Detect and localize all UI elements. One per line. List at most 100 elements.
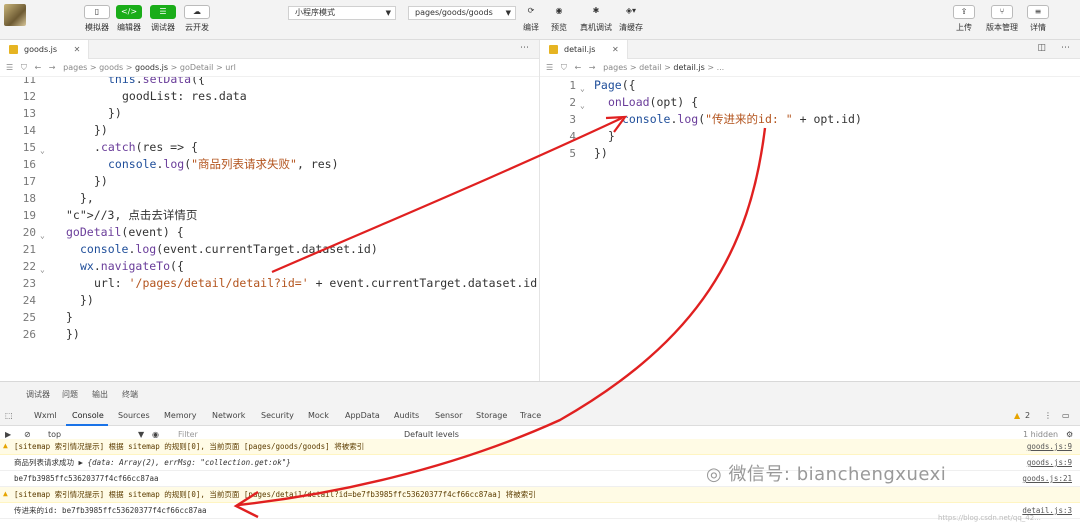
code-line[interactable]: url: '/pages/detail/detail?id=' + event.… [94,275,537,292]
bug-icon: ✱ [592,6,600,15]
crumb-pages[interactable]: pages [63,63,87,72]
tab-trace[interactable]: Trace [520,411,541,420]
code-line[interactable]: goodList: res.data [122,88,247,105]
back-icon[interactable]: ← [574,63,581,72]
code-line[interactable]: console.log(event.currentTarget.dataset.… [80,241,378,258]
cloud-dev-button[interactable]: ☁ 云开发 [180,5,214,33]
code-line[interactable]: }) [94,173,108,190]
tab-security[interactable]: Security [261,411,294,420]
fold-chevron-icon[interactable]: ⌄ [40,227,45,244]
back-icon[interactable]: ← [34,63,41,72]
crumb-pages[interactable]: pages [603,63,627,72]
warning-icon: ▲ [1014,411,1021,420]
fold-chevron-icon[interactable]: ⌄ [580,80,585,97]
crumb-file[interactable]: detail.js [673,63,704,72]
code-icon: </> [116,5,142,19]
clear-cache-button[interactable]: ◈▾ 清缓存 [614,5,648,33]
fold-chevron-icon[interactable]: ⌄ [40,142,45,159]
page-select[interactable]: pages/goods/goods ▼ [408,6,516,20]
crumb-detail[interactable]: detail [639,63,661,72]
context-select[interactable]: top [48,430,61,439]
code-line[interactable]: }) [94,122,108,139]
code-line[interactable]: }) [594,145,608,162]
avatar[interactable] [4,4,26,26]
clear-icon[interactable]: ⊘ [24,430,31,439]
code-line[interactable]: console.log("传进来的id: " + opt.id) [622,111,862,128]
code-line[interactable]: this.setData({ [108,77,205,88]
code-line[interactable]: "c">//3, 点击去详情页 [66,207,197,224]
tab-debugger[interactable]: 调试器 [26,389,50,400]
code-line[interactable]: } [608,128,615,145]
tab-problems[interactable]: 问题 [62,389,78,400]
bookmark-icon: ⛉ [560,63,567,72]
more-icon[interactable]: ⋯ [1061,43,1070,53]
eye-icon[interactable]: ◉ [152,430,159,439]
crumb-method[interactable]: goDetail [180,63,214,72]
log-row[interactable]: ▲ [sitemap 索引情况提示] 根据 sitemap 的规则[0], 当前… [0,487,1080,503]
code-line[interactable]: .catch(res => { [94,139,198,156]
code-area[interactable]: 1 ⌄ Page({2 ⌄ onLoad(opt) {3 console.log("传进来… [540,77,1080,381]
tab-network[interactable]: Network [212,411,245,420]
code-line[interactable]: }, [80,190,94,207]
editor-button[interactable]: </> 编辑器 [112,5,146,33]
code-line[interactable]: }) [80,292,94,309]
chevron-down-icon: ▼ [505,9,511,17]
version-button[interactable]: ⑂ 版本管理 [982,5,1022,33]
code-line[interactable]: wx.navigateTo({ [80,258,184,275]
log-row[interactable]: 传进来的id: be7fb3985ffc53620377f4cf66cc87aa… [0,503,1080,519]
fold-chevron-icon[interactable]: ⌄ [40,261,45,278]
tab-goods-js[interactable]: goods.js ✕ [0,40,90,59]
tab-mock[interactable]: Mock [308,411,329,420]
details-button[interactable]: ≡ 详情 [1026,5,1050,33]
tab-detail-js[interactable]: detail.js ✕ [540,40,628,59]
split-icon[interactable]: ◫ [1037,43,1046,53]
code-line[interactable]: }) [108,105,122,122]
sidebar-toggle-icon[interactable]: ▶ [5,430,11,439]
code-line[interactable]: goDetail(event) { [66,224,184,241]
tab-appdata[interactable]: AppData [345,411,380,420]
crumb-more[interactable]: ... [717,63,725,72]
forward-icon[interactable]: → [589,63,596,72]
crumb-goods[interactable]: goods [99,63,123,72]
tab-sensor[interactable]: Sensor [435,411,462,420]
tab-terminal[interactable]: 终端 [122,389,138,400]
mode-select[interactable]: 小程序模式 ▼ [288,6,396,20]
levels-select[interactable]: Default levels [404,430,459,439]
tab-memory[interactable]: Memory [164,411,197,420]
close-icon[interactable]: ✕ [612,45,619,54]
hidden-count: 1 hidden [1023,430,1059,439]
crumb-file[interactable]: goods.js [135,63,168,72]
crumb-prop[interactable]: url [225,63,236,72]
filter-input[interactable]: Filter [178,430,198,439]
inspect-icon[interactable]: ⬚ [5,411,13,420]
debugger-button[interactable]: ☰ 调试器 [146,5,180,33]
code-line[interactable]: } [66,309,73,326]
tab-console[interactable]: Console [72,411,104,420]
simulator-button[interactable]: ▯ 模拟器 [80,5,114,33]
code-area[interactable]: 11 this.setData({12 goodList: res.data 13})… [0,77,539,381]
code-line[interactable]: console.log("商品列表请求失败", res) [108,156,339,173]
code-line[interactable]: }) [66,326,80,343]
gear-icon[interactable]: ⚙ [1066,430,1073,439]
remote-debug-button[interactable]: ✱ 真机调试 [576,5,616,33]
code-line[interactable]: Page({ [594,77,636,94]
tab-sources[interactable]: Sources [118,411,150,420]
more-icon[interactable]: ⋯ [520,43,529,53]
expand-arrow-icon[interactable]: ▶ [79,458,88,467]
upload-icon: ⇪ [953,5,975,19]
preview-button[interactable]: ◉ 预览 [542,5,576,33]
tab-output[interactable]: 输出 [92,389,108,400]
debug-icon: ☰ [150,5,176,19]
more-icon[interactable]: ⋮ [1044,411,1052,420]
tab-audits[interactable]: Audits [394,411,419,420]
warn-count[interactable]: 2 [1025,411,1030,420]
tab-storage[interactable]: Storage [476,411,507,420]
upload-button[interactable]: ⇪ 上传 [952,5,976,33]
code-line[interactable]: onLoad(opt) { [608,94,698,111]
close-icon[interactable]: ✕ [74,45,81,54]
forward-icon[interactable]: → [49,63,56,72]
log-row[interactable]: ▲ [sitemap 索引情况提示] 根据 sitemap 的规则[0], 当前… [0,439,1080,455]
tab-wxml[interactable]: Wxml [34,411,57,420]
dock-icon[interactable]: ▭ [1062,411,1070,420]
fold-chevron-icon[interactable]: ⌄ [580,97,585,114]
